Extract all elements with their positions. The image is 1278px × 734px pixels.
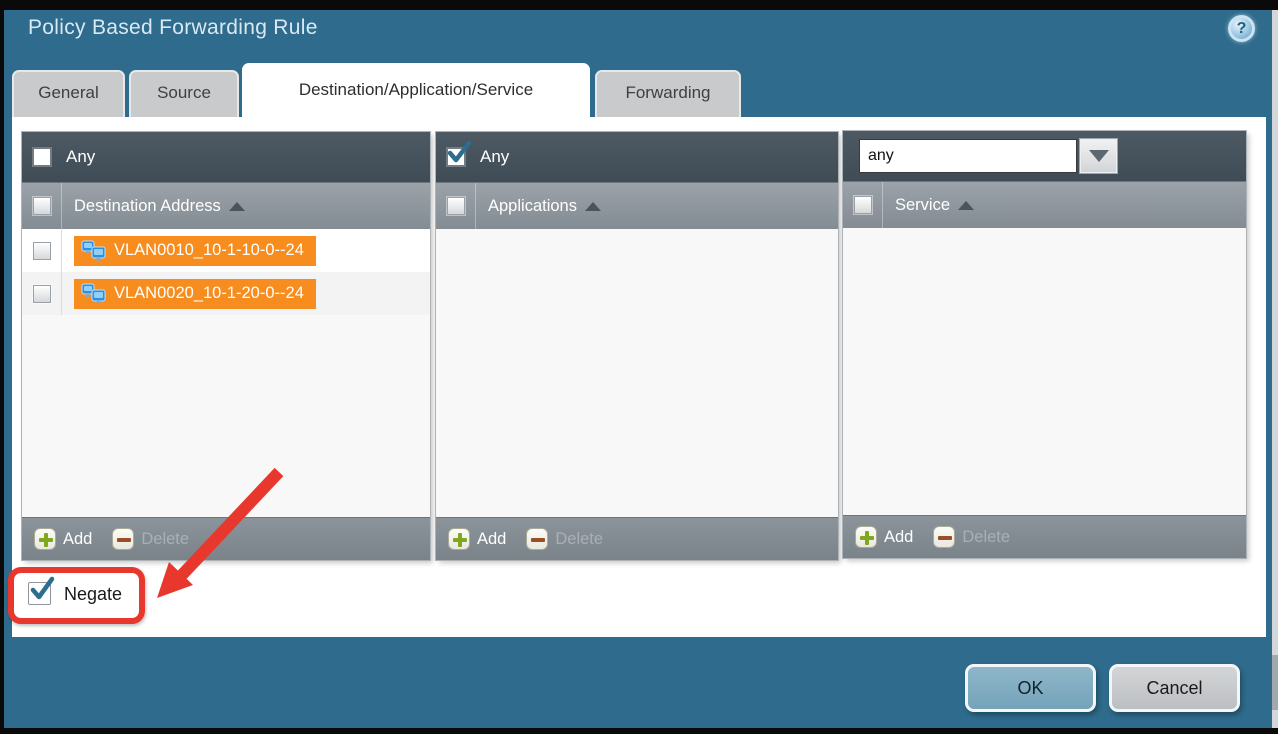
- plus-icon: [34, 528, 56, 550]
- network-icon: [81, 240, 107, 262]
- service-column: Service Add Delete: [843, 131, 1246, 558]
- row-checkbox[interactable]: [33, 285, 51, 303]
- plus-icon: [448, 528, 470, 550]
- applications-any-label: Any: [480, 147, 509, 167]
- dropdown-button[interactable]: [1080, 139, 1117, 173]
- checkmark-icon: [446, 140, 472, 166]
- minus-icon: [526, 528, 548, 550]
- applications-header-label[interactable]: Applications: [488, 197, 601, 216]
- applications-any-checkbox[interactable]: [446, 147, 466, 167]
- minus-icon: [112, 528, 134, 550]
- delete-button[interactable]: Delete: [526, 528, 603, 550]
- destination-any-bar: Any: [22, 132, 430, 182]
- negate-checkbox[interactable]: [28, 582, 51, 605]
- table-row[interactable]: VLAN0010_10-1-10-0--24: [22, 229, 430, 272]
- add-button[interactable]: Add: [34, 528, 92, 550]
- network-icon: [81, 283, 107, 305]
- service-header-label[interactable]: Service: [895, 196, 974, 215]
- applications-select-all-checkbox[interactable]: [447, 197, 465, 215]
- sort-asc-icon: [585, 202, 601, 211]
- applications-column: Any Applications Add Delete: [436, 132, 838, 560]
- service-actions-bar: Add Delete: [843, 515, 1246, 558]
- service-select-all-checkbox[interactable]: [854, 196, 872, 214]
- sort-asc-icon: [229, 202, 245, 211]
- delete-button[interactable]: Delete: [933, 526, 1010, 548]
- destination-select-all-checkbox[interactable]: [33, 197, 51, 215]
- page-scrollbar[interactable]: [1272, 10, 1278, 728]
- destination-column-header: Destination Address: [22, 182, 430, 229]
- ok-button[interactable]: OK: [965, 664, 1096, 712]
- row-checkbox[interactable]: [33, 242, 51, 260]
- annotation-arrow: [145, 458, 305, 618]
- applications-actions-bar: Add Delete: [436, 517, 838, 560]
- cancel-button[interactable]: Cancel: [1109, 664, 1240, 712]
- tab-destination-application-service[interactable]: Destination/Application/Service: [242, 63, 590, 117]
- chevron-down-icon: [1089, 150, 1109, 162]
- service-combo: [859, 139, 1117, 173]
- service-dropdown-input[interactable]: [859, 139, 1077, 173]
- destination-any-checkbox[interactable]: [32, 147, 52, 167]
- add-button[interactable]: Add: [855, 526, 913, 548]
- applications-column-header: Applications: [436, 182, 838, 229]
- table-row[interactable]: VLAN0020_10-1-20-0--24: [22, 272, 430, 315]
- destination-header-label[interactable]: Destination Address: [74, 197, 245, 216]
- tab-forwarding[interactable]: Forwarding: [595, 70, 741, 117]
- address-object-chip[interactable]: VLAN0020_10-1-20-0--24: [74, 279, 316, 309]
- scrollbar-thumb[interactable]: [1272, 655, 1278, 710]
- applications-list: [436, 229, 838, 517]
- minus-icon: [933, 526, 955, 548]
- address-object-chip[interactable]: VLAN0010_10-1-10-0--24: [74, 236, 316, 266]
- plus-icon: [855, 526, 877, 548]
- service-column-header: Service: [843, 181, 1246, 228]
- help-icon[interactable]: ?: [1228, 15, 1255, 42]
- sort-asc-icon: [958, 201, 974, 210]
- tab-source[interactable]: Source: [129, 70, 239, 117]
- applications-any-bar: Any: [436, 132, 838, 182]
- negate-label: Negate: [64, 584, 122, 605]
- service-dropdown-bar: [843, 131, 1246, 181]
- destination-any-label: Any: [66, 147, 95, 167]
- service-list: [843, 228, 1246, 515]
- tab-general[interactable]: General: [12, 70, 125, 117]
- add-button[interactable]: Add: [448, 528, 506, 550]
- dialog-title: Policy Based Forwarding Rule: [28, 16, 318, 40]
